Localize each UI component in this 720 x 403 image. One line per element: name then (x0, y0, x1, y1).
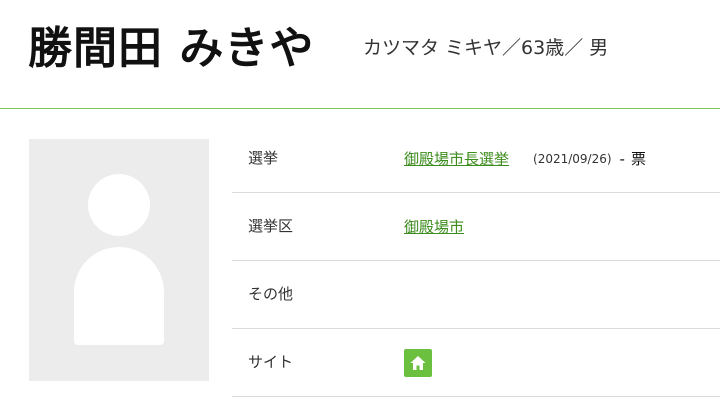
avatar-head (88, 174, 150, 236)
district-value: 御殿場市 (404, 193, 464, 260)
home-button[interactable] (404, 348, 432, 377)
row-other: その他 (232, 261, 720, 329)
election-link[interactable]: 御殿場市長選挙 (404, 148, 509, 169)
election-value: 御殿場市長選挙 (2021/09/26) - 票 (404, 125, 646, 192)
election-dash: - (619, 149, 625, 168)
profile-details: 選挙 御殿場市長選挙 (2021/09/26) - 票 選挙区 御殿場市 その他… (232, 125, 720, 397)
row-site: サイト (232, 329, 720, 397)
district-label: 選挙区 (248, 217, 294, 235)
candidate-name: 勝間田 みきや (28, 23, 315, 74)
site-label: サイト (248, 353, 294, 371)
election-label: 選挙 (248, 149, 279, 167)
district-link[interactable]: 御殿場市 (404, 216, 464, 237)
other-label: その他 (248, 285, 294, 303)
home-icon (410, 355, 426, 370)
row-district: 選挙区 御殿場市 (232, 193, 720, 261)
row-election: 選挙 御殿場市長選挙 (2021/09/26) - 票 (232, 125, 720, 193)
site-value (404, 329, 432, 396)
avatar-body (74, 247, 164, 345)
candidate-reading: カツマタ ミキヤ／63歳／ 男 (363, 37, 609, 59)
profile-header: 勝間田 みきや カツマタ ミキヤ／63歳／ 男 (0, 0, 720, 109)
election-votes: 票 (630, 150, 646, 168)
profile-photo (29, 139, 209, 381)
election-date: (2021/09/26) (533, 151, 612, 166)
